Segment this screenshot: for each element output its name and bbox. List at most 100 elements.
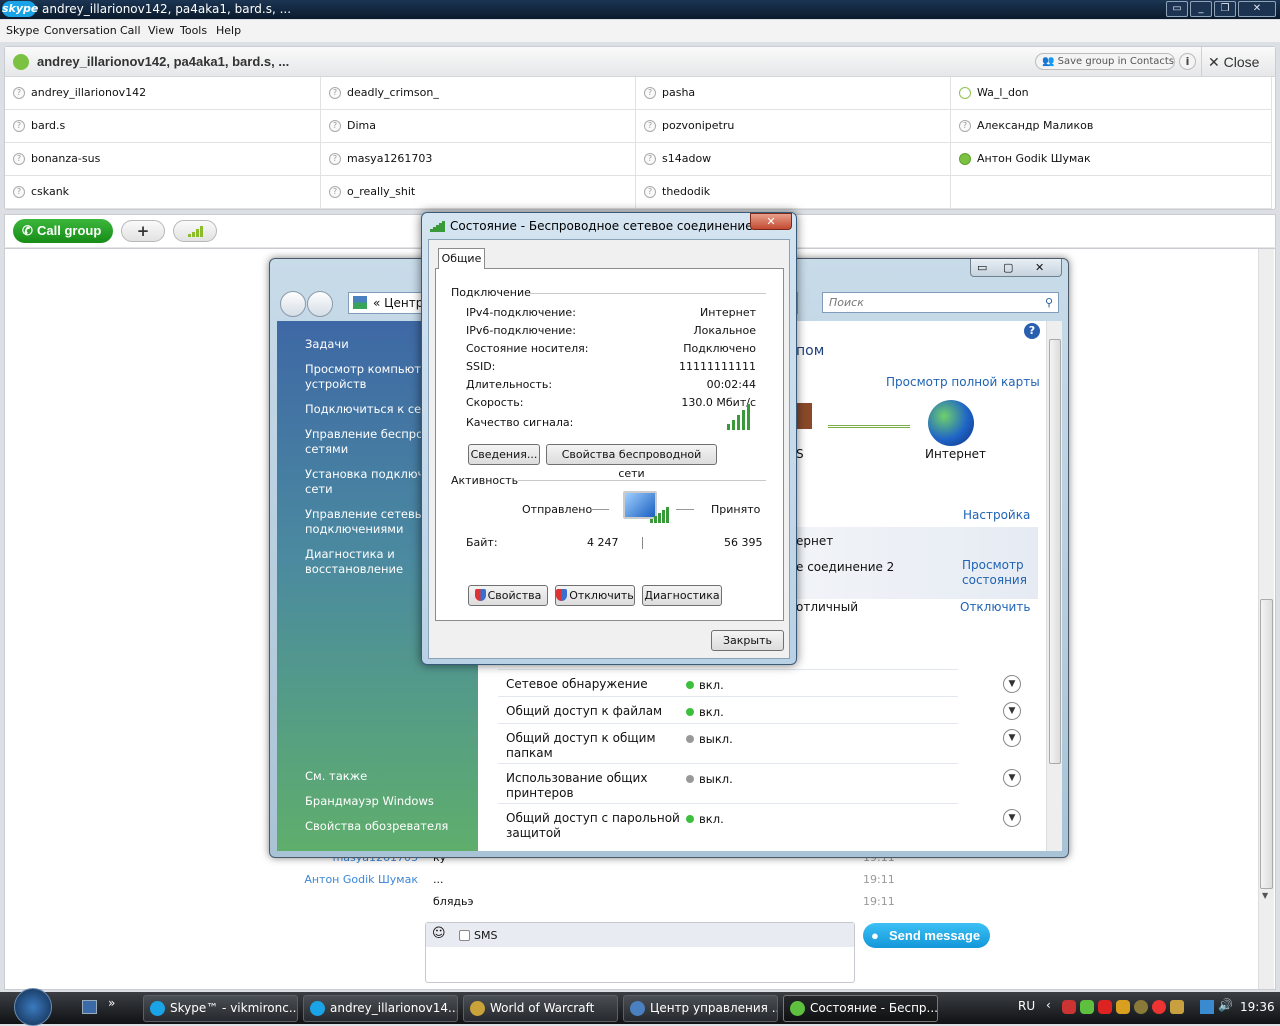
expand-chevron-icon[interactable]: ▼: [1003, 702, 1021, 720]
language-indicator[interactable]: RU: [1018, 999, 1035, 1013]
call-quality-button[interactable]: [173, 220, 217, 242]
menu-view[interactable]: View: [148, 24, 174, 37]
start-button[interactable]: [14, 988, 52, 1026]
menu-call[interactable]: Call: [120, 24, 141, 37]
info-button[interactable]: i: [1179, 53, 1196, 70]
task-connect[interactable]: Подключиться к сети: [305, 402, 435, 417]
participant-cell[interactable]: ? bonanza-sus: [5, 143, 321, 176]
participant-cell[interactable]: ? deadly_crimson_: [321, 77, 636, 110]
close-button[interactable]: ✕: [1035, 261, 1044, 274]
details-button[interactable]: Сведения...: [468, 444, 540, 465]
properties-button[interactable]: Свойства: [468, 585, 548, 606]
participant-cell[interactable]: ? pasha: [636, 77, 951, 110]
network-tray-icon[interactable]: [1200, 1000, 1214, 1014]
taskbar-item[interactable]: Состояние - Беспр...: [783, 995, 938, 1022]
compact-view-button[interactable]: ▭: [1166, 1, 1188, 17]
chat-scrollbar[interactable]: ▼: [1258, 249, 1274, 989]
participant-cell[interactable]: ? andrey_illarionov142: [5, 77, 321, 110]
tray-warning-icon[interactable]: [1170, 1000, 1184, 1014]
search-input[interactable]: Поиск ⚲: [822, 292, 1059, 313]
menu-conversation[interactable]: Conversation: [44, 24, 117, 37]
view-status-link[interactable]: Просмотр состояния: [962, 558, 1027, 588]
wireless-properties-button[interactable]: Свойства беспроводной сети: [546, 444, 717, 480]
internet-options-link[interactable]: Свойства обозревателя: [305, 819, 448, 834]
disable-button[interactable]: Отключить: [555, 585, 635, 606]
scroll-down-arrow[interactable]: ▼: [1262, 891, 1268, 900]
send-message-button[interactable]: ● Send message: [863, 923, 990, 948]
webcam-icon[interactable]: [1134, 1000, 1148, 1014]
task-diagnose[interactable]: Диагностика и восстановление: [305, 547, 403, 577]
taskbar-item[interactable]: andrey_illarionov14...: [303, 995, 458, 1022]
tray-app-icon[interactable]: [1116, 1000, 1130, 1014]
participant-cell[interactable]: ? Александр Маликов: [951, 110, 1272, 143]
acrobat-icon[interactable]: [1098, 1000, 1112, 1014]
network-icon: [353, 296, 367, 309]
participant-cell[interactable]: ? pozvonipetru: [636, 110, 951, 143]
expand-chevron-icon[interactable]: ▼: [1003, 769, 1021, 787]
firewall-link[interactable]: Брандмауэр Windows: [305, 794, 434, 809]
taskbar-item[interactable]: Центр управления ...: [623, 995, 778, 1022]
view-full-map-link[interactable]: Просмотр полной карты: [886, 375, 1040, 389]
expand-chevron-icon[interactable]: ▼: [1003, 729, 1021, 747]
field-value: Локальное: [693, 324, 756, 337]
participant-cell[interactable]: ? bard.s: [5, 110, 321, 143]
minimize-button[interactable]: ▭: [977, 261, 987, 274]
network-icon: [630, 1001, 645, 1016]
participant-cell[interactable]: ? cskank: [5, 176, 321, 209]
scrollbar-thumb[interactable]: [1049, 339, 1061, 764]
volume-icon[interactable]: 🔊: [1218, 998, 1233, 1012]
close-conversation-button[interactable]: ✕ Close: [1201, 47, 1277, 77]
tasks-header: Задачи: [305, 337, 349, 351]
taskbar-item[interactable]: Skype™ - vikmironc...: [143, 995, 298, 1022]
status-icon: [959, 153, 971, 165]
task-manage-connections[interactable]: Управление сетевым подключениями: [305, 507, 433, 537]
message-sender[interactable]: Антон Godik Шумак: [218, 873, 418, 886]
bytes-label: Байт:: [466, 536, 498, 549]
call-group-button[interactable]: ✆ Call group: [13, 219, 113, 243]
expand-chevron-icon[interactable]: ▼: [1003, 809, 1021, 827]
back-button[interactable]: [280, 291, 306, 317]
forward-button[interactable]: [307, 291, 333, 317]
participant-cell[interactable]: ? o_really_shit: [321, 176, 636, 209]
message-composer[interactable]: ☺ SMS: [425, 922, 855, 983]
expand-chevron-icon[interactable]: ▼: [1003, 675, 1021, 693]
help-icon[interactable]: ?: [1024, 323, 1040, 339]
maximize-button[interactable]: ▢: [1003, 261, 1013, 274]
participant-cell[interactable]: ? Dima: [321, 110, 636, 143]
add-participant-button[interactable]: +: [121, 220, 165, 242]
participant-cell[interactable]: ? s14adow: [636, 143, 951, 176]
configure-link[interactable]: Настройка: [963, 508, 1030, 522]
emoticon-icon[interactable]: ☺: [432, 926, 446, 941]
tray-x-icon[interactable]: [1152, 1000, 1166, 1014]
restore-button[interactable]: ❐: [1214, 1, 1236, 17]
close-button[interactable]: Закрыть: [711, 630, 784, 651]
disconnect-link[interactable]: Отключить: [960, 600, 1030, 614]
tray-expand-icon[interactable]: ‹: [1046, 998, 1051, 1012]
menu-help[interactable]: Help: [216, 24, 241, 37]
task-view-computers[interactable]: Просмотр компьюте устройств: [305, 362, 428, 392]
participant-cell[interactable]: Антон Godik Шумак: [951, 143, 1272, 176]
taskbar-item[interactable]: World of Warcraft: [463, 995, 618, 1022]
show-desktop-icon[interactable]: [82, 1000, 97, 1014]
quicklaunch-more-icon[interactable]: »: [108, 996, 115, 1010]
minimize-button[interactable]: _: [1190, 1, 1212, 17]
diagnose-button[interactable]: Диагностика: [642, 585, 722, 606]
menu-tools[interactable]: Tools: [180, 24, 207, 37]
scrollbar-thumb[interactable]: [1260, 599, 1273, 889]
participant-cell[interactable]: Wa_l_don: [951, 77, 1272, 110]
task-manage-wireless[interactable]: Управление беспров сетями: [305, 427, 430, 457]
content-scrollbar[interactable]: [1046, 321, 1062, 851]
antivirus-icon[interactable]: [1062, 1000, 1076, 1014]
close-window-button[interactable]: ✕: [1238, 1, 1276, 17]
task-setup-connection[interactable]: Установка подключе сети: [305, 467, 431, 497]
dialog-close-button[interactable]: ✕: [750, 213, 792, 230]
tab-general[interactable]: Общие: [438, 248, 485, 269]
skype-status-icon[interactable]: [1080, 1000, 1094, 1014]
clock[interactable]: 19:36: [1240, 1000, 1275, 1014]
menu-skype[interactable]: Skype: [6, 24, 39, 37]
save-group-button[interactable]: 👥 Save group in Contacts: [1035, 53, 1175, 70]
sms-checkbox[interactable]: [459, 930, 470, 941]
participant-cell[interactable]: ? thedodik: [636, 176, 951, 209]
field-label: Скорость:: [466, 396, 524, 409]
participant-cell[interactable]: ? masya1261703: [321, 143, 636, 176]
